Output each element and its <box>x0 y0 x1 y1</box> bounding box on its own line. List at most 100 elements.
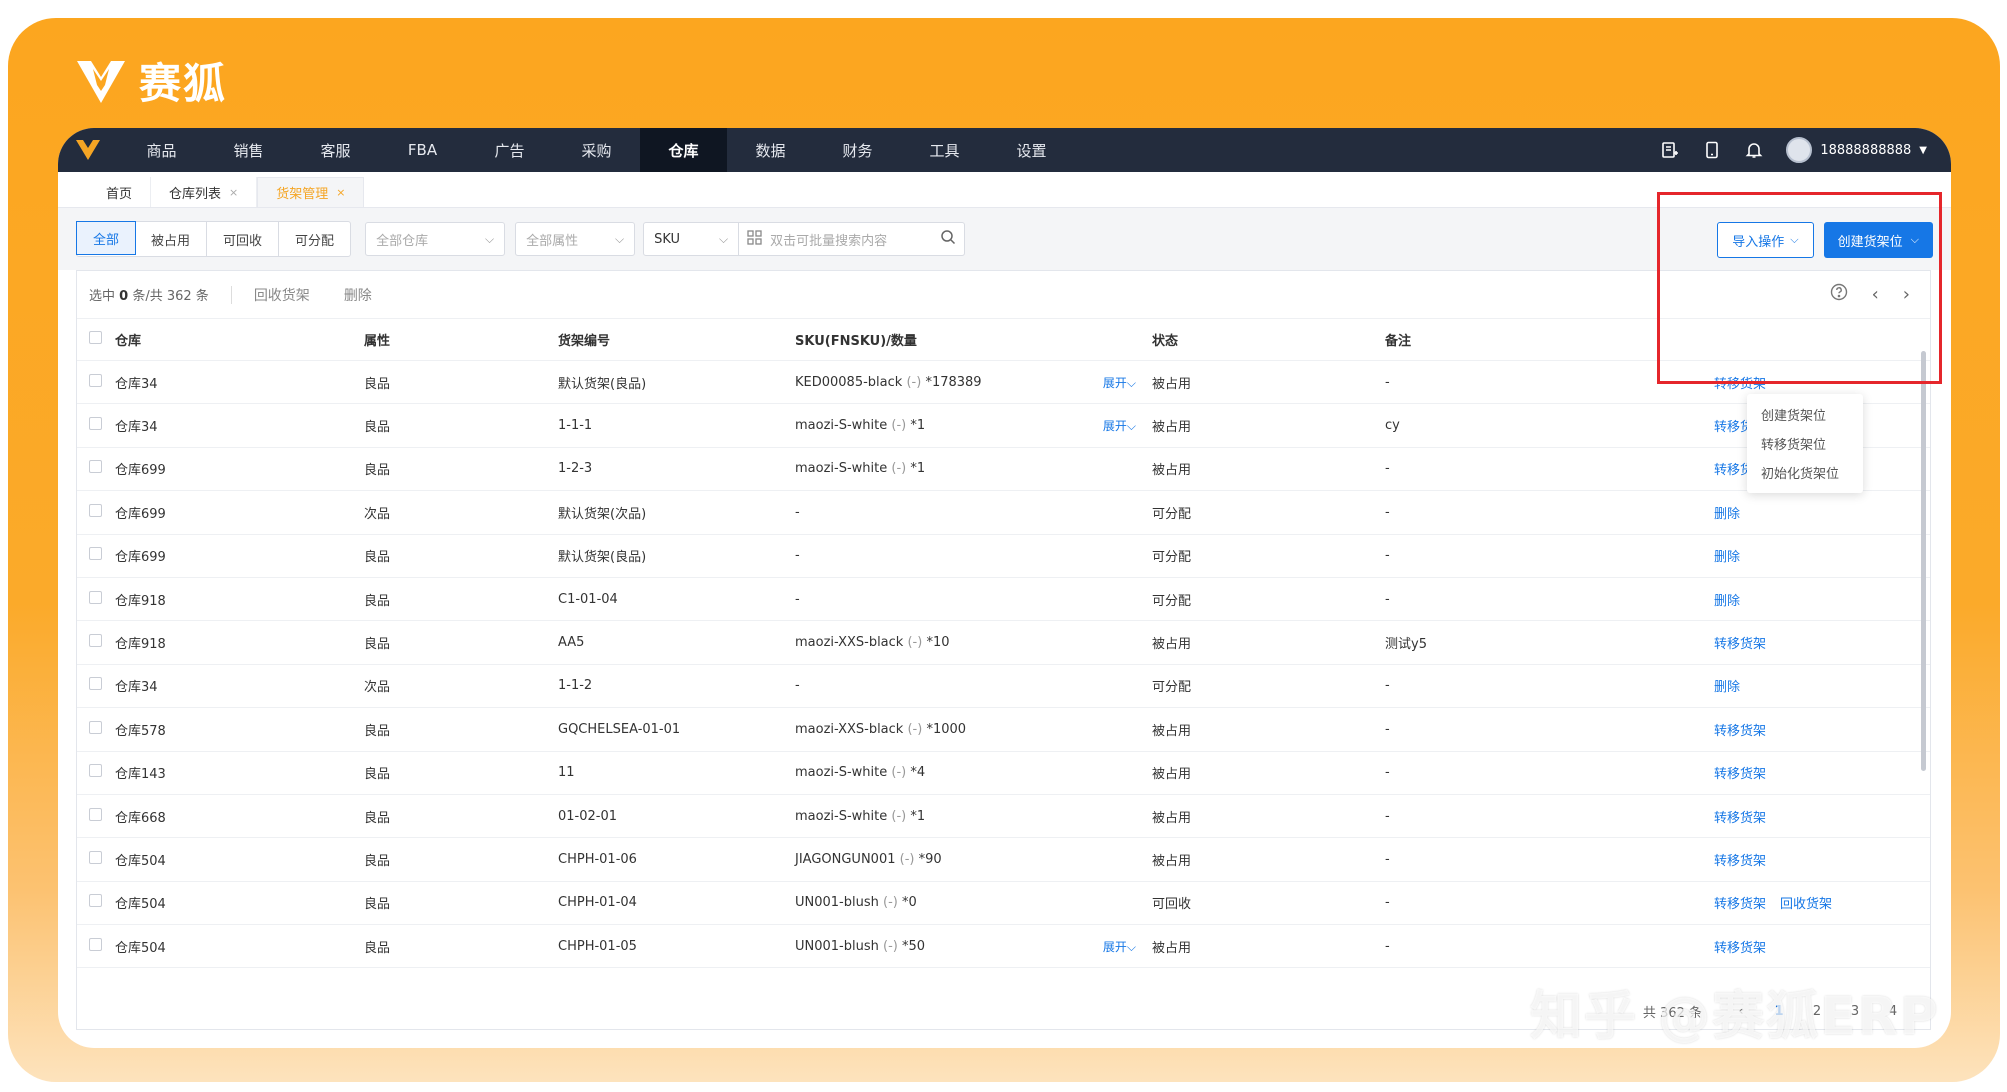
row-checkbox-cell <box>77 937 115 955</box>
nav-item-7[interactable]: 数据 <box>727 128 814 172</box>
quantity: *50 <box>901 938 926 954</box>
segment-1[interactable]: 被占用 <box>135 222 208 256</box>
task-icon[interactable] <box>1660 140 1680 160</box>
op-link[interactable]: 删除 <box>1714 676 1740 695</box>
sku-code: maozi-S-white <box>795 765 888 781</box>
expand-link[interactable]: 展开⌵ <box>1103 417 1136 434</box>
row-checkbox[interactable] <box>89 807 102 821</box>
vertical-scrollbar[interactable] <box>1921 351 1926 771</box>
nav-item-8[interactable]: 财务 <box>814 128 901 172</box>
quantity: *0 <box>901 895 917 911</box>
expand-link[interactable]: 展开⌵ <box>1103 374 1136 391</box>
tab-0[interactable]: 首页 <box>88 177 152 207</box>
warehouse-select[interactable]: 全部仓库 ⌵ <box>365 222 506 256</box>
nav-item-4[interactable]: 广告 <box>466 128 553 172</box>
cell-warehouse: 仓库699 <box>115 550 166 566</box>
nav-item-10[interactable]: 设置 <box>988 128 1075 172</box>
row-checkbox[interactable] <box>89 373 102 387</box>
op-link[interactable]: 转移货架 <box>1714 633 1766 652</box>
cell-sku: UN001-blush (-) *50 展开⌵ <box>795 938 1152 955</box>
op-link[interactable]: 转移货架 <box>1714 893 1766 912</box>
attribute-select[interactable]: 全部属性 ⌵ <box>515 222 636 256</box>
table-panel: 选中 0 条/共 362 条 回收货架 删除 ‹ › 仓库 属性 货架编号 SK <box>76 270 1931 1030</box>
row-checkbox[interactable] <box>89 460 102 474</box>
row-checkbox-cell <box>77 460 115 477</box>
row-checkbox[interactable] <box>89 634 102 648</box>
cell-sku: maozi-S-white (-) *1 <box>795 461 1152 476</box>
op-link[interactable]: 转移货架 <box>1714 850 1766 869</box>
op-link[interactable]: 删除 <box>1714 503 1740 522</box>
table-row: 仓库918 良品 AA5 maozi-XXS-black (-) *10 被占用 测试y5… <box>77 621 1930 665</box>
expand-link[interactable]: 展开⌵ <box>1103 938 1136 955</box>
attribute-select-value: 全部属性 <box>526 233 579 249</box>
search-field-select[interactable]: SKU ⌵ <box>643 222 740 256</box>
sku-code: JIAGONGUN001 <box>795 851 896 867</box>
expand-label: 展开 <box>1102 375 1127 390</box>
nav-item-6[interactable]: 仓库 <box>640 128 727 172</box>
sku-text: - <box>795 678 1152 693</box>
row-checkbox[interactable] <box>89 894 102 908</box>
sku-text: maozi-XXS-black (-) *10 <box>795 635 1152 650</box>
chevron-down-icon: ▼ <box>1919 144 1927 156</box>
row-checkbox[interactable] <box>89 720 102 734</box>
bell-icon[interactable] <box>1744 140 1764 160</box>
tab-2[interactable]: 货架管理 × <box>257 177 365 207</box>
fox-logo-icon <box>76 140 100 160</box>
close-icon[interactable]: × <box>336 186 345 199</box>
row-checkbox[interactable] <box>89 937 102 951</box>
close-icon[interactable]: × <box>229 186 238 199</box>
segment-2[interactable]: 可回收 <box>207 222 280 256</box>
row-checkbox[interactable] <box>89 764 102 778</box>
cell-sku: JIAGONGUN001 (-) *90 <box>795 852 1152 867</box>
nav-item-9[interactable]: 工具 <box>901 128 988 172</box>
row-checkbox[interactable] <box>89 547 102 561</box>
fnsku: (-) <box>891 418 907 434</box>
dropdown-item-1[interactable]: 转移货架位 <box>1747 429 1863 458</box>
row-checkbox[interactable] <box>89 677 102 691</box>
create-shelf-dropdown: 创建货架位 转移货架位 初始化货架位 <box>1747 394 1863 493</box>
row-checkbox-cell <box>77 677 115 694</box>
op-link[interactable]: 删除 <box>1714 546 1740 565</box>
segment-3[interactable]: 可分配 <box>279 222 350 256</box>
quantity: *178389 <box>925 374 982 390</box>
avatar <box>1786 137 1813 163</box>
tab-1[interactable]: 仓库列表 × <box>151 177 258 207</box>
segment-0[interactable]: 全部 <box>76 221 137 255</box>
nav-logo[interactable] <box>58 128 118 172</box>
op-link[interactable]: 回收货架 <box>1780 893 1832 912</box>
row-checkbox[interactable] <box>89 417 102 431</box>
batch-search-icon[interactable] <box>747 229 762 249</box>
cell-status: 可分配 <box>1152 680 1192 696</box>
nav-item-2[interactable]: 客服 <box>292 128 379 172</box>
op-link[interactable]: 转移货架 <box>1714 720 1766 739</box>
selected-count: 0 <box>119 289 129 304</box>
search-icon[interactable] <box>940 229 956 249</box>
nav-item-1[interactable]: 销售 <box>205 128 292 172</box>
delete-button[interactable]: 删除 <box>344 285 372 305</box>
cell-status: 被占用 <box>1152 637 1192 653</box>
row-checkbox-cell <box>77 417 115 434</box>
cell-warehouse: 仓库918 <box>115 637 166 653</box>
op-link[interactable]: 转移货架 <box>1714 937 1766 956</box>
dropdown-item-0[interactable]: 创建货架位 <box>1747 400 1863 429</box>
cell-remark: - <box>1385 721 1390 737</box>
table-row: 仓库668 良品 01-02-01 maozi-S-white (-) *1 被占用 - 转… <box>77 795 1930 839</box>
row-checkbox[interactable] <box>89 590 102 604</box>
op-link[interactable]: 删除 <box>1714 590 1740 609</box>
selection-count: 选中 0 条/共 362 条 <box>89 285 209 304</box>
search-input[interactable]: 双击可批量搜索内容 <box>739 222 966 256</box>
user-menu[interactable]: 18888888888 ▼ <box>1786 137 1927 163</box>
select-all-checkbox[interactable] <box>89 331 102 344</box>
nav-item-0[interactable]: 商品 <box>118 128 205 172</box>
nav-item-3[interactable]: FBA <box>379 128 466 172</box>
cell-remark: - <box>1385 504 1390 520</box>
row-checkbox[interactable] <box>89 503 102 517</box>
recycle-shelf-button[interactable]: 回收货架 <box>254 285 310 305</box>
op-link[interactable]: 转移货架 <box>1714 807 1766 826</box>
dropdown-item-2[interactable]: 初始化货架位 <box>1747 458 1863 487</box>
nav-item-5[interactable]: 采购 <box>553 128 640 172</box>
op-link[interactable]: 转移货架 <box>1714 763 1766 782</box>
mobile-icon[interactable] <box>1702 140 1722 160</box>
sku-text: UN001-blush (-) *0 <box>795 895 1152 910</box>
row-checkbox[interactable] <box>89 850 102 864</box>
